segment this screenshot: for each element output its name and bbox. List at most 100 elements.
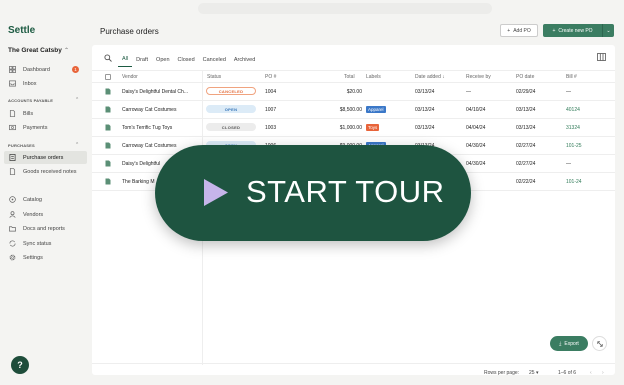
tab-draft[interactable]: Draft <box>132 52 152 67</box>
start-tour-button[interactable]: START TOUR <box>155 145 471 241</box>
sidebar-item-label: Dashboard <box>23 66 50 73</box>
vendor-cell: Daisy's Delightful <box>122 161 161 167</box>
sidebar-item-sync-status[interactable]: Sync status <box>4 237 87 250</box>
folder-icon <box>9 225 16 232</box>
sidebar-item-catalog[interactable]: Catalog <box>4 193 87 206</box>
address-bar[interactable] <box>198 3 492 14</box>
sidebar-item-label: Purchase orders <box>23 154 64 161</box>
status-badge: CLOSED <box>206 123 256 131</box>
bill-number-cell[interactable]: 40124 <box>566 107 580 113</box>
column-header-receive-by[interactable]: Receive by <box>466 74 491 80</box>
sidebar-item-label: Catalog <box>23 196 42 203</box>
column-header-status[interactable]: Status <box>207 74 221 80</box>
sidebar-item-bills[interactable]: Bills <box>4 107 87 120</box>
status-badge: CANCELED <box>206 87 256 95</box>
po-date-cell: 02/27/24 <box>516 161 536 167</box>
tab-archived[interactable]: Archived <box>230 52 259 67</box>
sidebar-item-settings[interactable]: Settings <box>4 251 87 264</box>
vendor-cell: The Barking M <box>122 179 155 185</box>
prev-page-icon[interactable]: ‹ <box>590 370 592 376</box>
receive-by-cell: 04/04/24 <box>466 125 486 131</box>
add-po-label: Add PO <box>513 27 531 34</box>
column-header-vendor[interactable]: Vendor <box>122 74 138 80</box>
create-new-po-label: Create new PO <box>558 27 593 34</box>
po-date-cell: 03/13/24 <box>516 125 536 131</box>
chevron-up-icon[interactable]: ⌃ <box>75 97 79 103</box>
table-row[interactable]: Carroway Cat Costumes OPEN 1007 $8,500.00 Ap… <box>92 101 615 119</box>
column-header-bill-number[interactable]: Bill # <box>566 74 577 80</box>
column-header-total[interactable]: Total <box>344 74 355 80</box>
company-name[interactable]: The Great Catsby <box>8 47 62 54</box>
create-dropdown-button[interactable]: ⌄ <box>602 24 614 37</box>
sort-down-icon: ↓ <box>442 74 445 80</box>
sidebar-item-inbox[interactable]: Inbox <box>4 77 87 90</box>
sidebar-item-label: Goods received notes <box>23 168 77 175</box>
column-header-po-date[interactable]: PO date <box>516 74 534 80</box>
document-icon <box>105 106 111 113</box>
sidebar-item-label: Vendors <box>23 211 44 218</box>
tab-closed[interactable]: Closed <box>174 52 199 67</box>
table-row[interactable]: Tom's Terrific Tug Toys CLOSED 1003 $1,000.… <box>92 119 615 137</box>
create-new-po-button[interactable]: + Create new PO <box>543 24 602 37</box>
sidebar-item-docs-and-reports[interactable]: Docs and reports <box>4 222 87 235</box>
catalog-icon <box>9 196 16 203</box>
sidebar-item-purchase-orders[interactable]: Purchase orders <box>4 151 87 164</box>
po-date-cell: 02/29/24 <box>516 89 536 95</box>
sidebar-item-payments[interactable]: Payments <box>4 121 87 134</box>
download-icon: ⤓ <box>559 340 562 347</box>
sidebar-item-goods-received-notes[interactable]: Goods received notes <box>4 165 87 178</box>
notification-badge: 1 <box>72 66 79 73</box>
sidebar-item-vendors[interactable]: Vendors <box>4 208 87 221</box>
column-header-labels[interactable]: Labels <box>366 74 381 80</box>
search-icon[interactable] <box>104 54 112 62</box>
column-header-date-added[interactable]: Date added ↓ <box>415 74 445 80</box>
label-chip[interactable]: Apparel <box>366 106 386 113</box>
tab-all[interactable]: All <box>118 52 133 67</box>
bill-number-cell[interactable]: 101-24 <box>566 179 582 185</box>
add-po-button[interactable]: + Add PO <box>500 24 538 37</box>
column-header-po-number[interactable]: PO # <box>265 74 276 80</box>
help-button[interactable]: ? <box>11 356 29 374</box>
select-all-checkbox[interactable] <box>105 74 111 80</box>
sidebar-item-dashboard[interactable]: Dashboard 1 <box>4 63 87 76</box>
purchase-order-icon <box>9 154 16 161</box>
play-icon <box>204 179 228 206</box>
document-icon <box>105 142 111 149</box>
date-added-cell: 03/13/24 <box>415 89 435 95</box>
rows-per-page-select[interactable]: 25 ▾ <box>529 370 538 376</box>
po-number-cell: 1007 <box>265 107 277 113</box>
bill-number-cell[interactable]: 31324 <box>566 125 580 131</box>
start-tour-label: START TOUR <box>246 174 445 209</box>
table-row[interactable]: Daisy's Delightful Dental Ch... CANCELED 1… <box>92 83 615 101</box>
bill-number-cell: — <box>566 161 571 167</box>
plus-icon: + <box>552 27 556 34</box>
total-cell: $20.00 <box>346 89 362 95</box>
export-button[interactable]: ⤓ Export <box>550 336 588 351</box>
sidebar-item-label: Payments <box>23 124 48 131</box>
total-cell: $8,500.00 <box>339 107 362 113</box>
sidebar-item-label: Docs and reports <box>23 225 65 232</box>
po-number-cell: 1004 <box>265 89 277 95</box>
expand-button[interactable] <box>592 336 607 351</box>
document-icon <box>105 160 111 167</box>
section-label-purchases: PURCHASES <box>8 143 35 148</box>
next-page-icon[interactable]: › <box>602 370 604 376</box>
receive-by-cell: 04/10/24 <box>466 107 486 113</box>
company-switch-icon[interactable]: ⌃ <box>64 47 69 54</box>
sync-icon <box>9 240 16 247</box>
vendor-cell: Daisy's Delightful Dental Ch... <box>122 89 188 95</box>
bill-number-cell[interactable]: 101-25 <box>566 143 582 149</box>
tab-open[interactable]: Open <box>152 52 173 67</box>
chevron-up-icon[interactable]: ⌃ <box>75 142 79 148</box>
app-logo[interactable]: Settle <box>8 25 35 36</box>
status-tabs: All Draft Open Closed Canceled Archived <box>118 52 259 70</box>
receive-by-cell: — <box>466 89 471 95</box>
chevron-down-icon: ⌄ <box>606 27 611 34</box>
columns-icon[interactable] <box>597 53 606 61</box>
column-header-date-added-label: Date added <box>415 74 441 80</box>
section-label-accounts-payable: ACCOUNTS PAYABLE <box>8 98 54 103</box>
document-icon <box>105 178 111 185</box>
tab-canceled[interactable]: Canceled <box>199 52 230 67</box>
label-chip[interactable]: Toys <box>366 124 380 131</box>
table-footer: Rows per page: 25 ▾ 1–6 of 6 ‹ › <box>92 363 615 381</box>
